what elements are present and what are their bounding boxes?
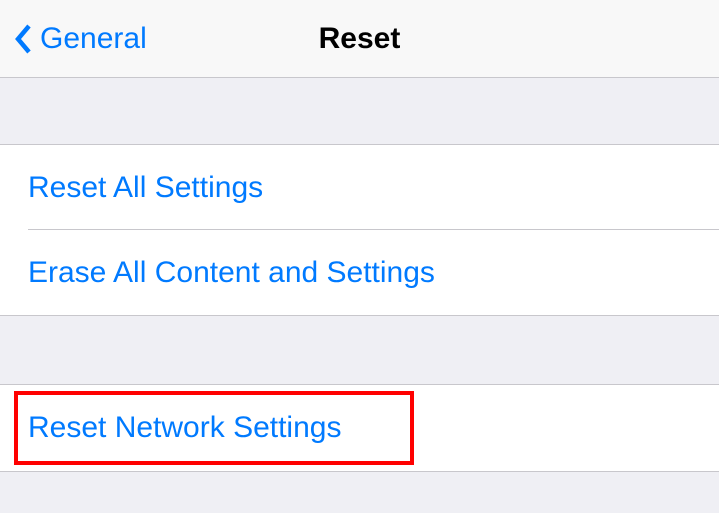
erase-all-content-row[interactable]: Erase All Content and Settings: [0, 230, 719, 315]
row-label: Reset Network Settings: [28, 411, 341, 445]
page-title: Reset: [319, 22, 401, 56]
row-label: Erase All Content and Settings: [28, 256, 435, 290]
nav-bar: General Reset: [0, 0, 719, 78]
back-label: General: [40, 22, 147, 56]
row-label: Reset All Settings: [28, 171, 263, 205]
back-button[interactable]: General: [0, 22, 147, 56]
settings-group-1: Reset All Settings Erase All Content and…: [0, 144, 719, 316]
settings-group-2: Reset Network Settings: [0, 384, 719, 472]
spacer: [0, 316, 719, 384]
reset-all-settings-row[interactable]: Reset All Settings: [0, 145, 719, 230]
chevron-left-icon: [14, 23, 32, 55]
reset-network-settings-row[interactable]: Reset Network Settings: [0, 385, 719, 471]
spacer: [0, 78, 719, 144]
